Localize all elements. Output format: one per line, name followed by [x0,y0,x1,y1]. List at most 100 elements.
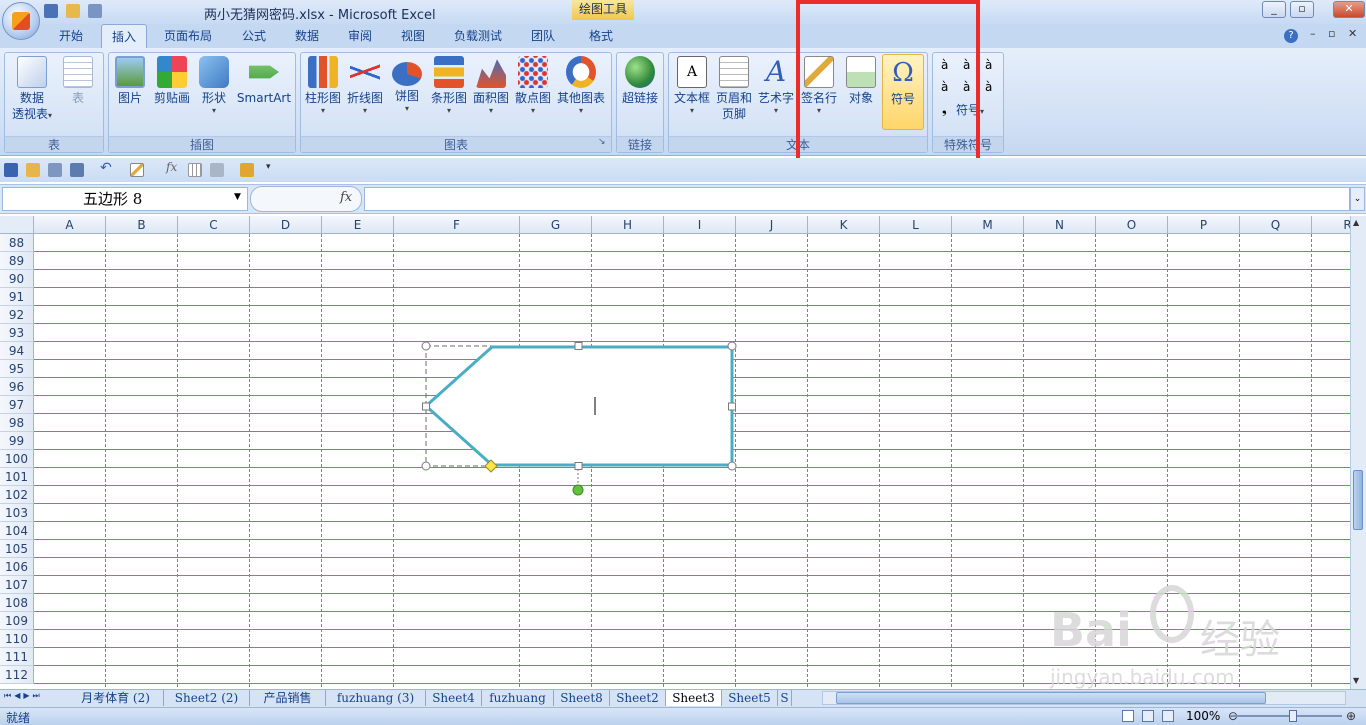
insert-function-button[interactable]: fx [340,190,352,205]
pentagon-body[interactable] [423,345,734,467]
column-header[interactable]: A [34,216,106,234]
close-button[interactable]: ✕ [1333,1,1365,18]
column-header[interactable]: H [592,216,664,234]
shapes-button[interactable]: 形状 ▾ [196,54,232,116]
resize-handle-bottom[interactable] [574,462,583,470]
ribbon-minimize-icon[interactable]: – [1310,27,1316,40]
column-header[interactable]: R [1312,216,1350,234]
row-header[interactable]: 103 [0,504,34,522]
column-header[interactable]: B [106,216,178,234]
area-chart-button[interactable]: 面积图 ▾ [471,54,511,116]
tab-insert[interactable]: 插入 [101,24,147,48]
row-header[interactable]: 111 [0,648,34,666]
row-header[interactable]: 112 [0,666,34,684]
vertical-scrollbar[interactable] [1350,216,1366,689]
open-icon[interactable] [66,4,80,18]
formula-expand-icon[interactable]: ⌄ [1350,187,1365,211]
tab-home[interactable]: 开始 [46,24,96,48]
column-header[interactable]: J [736,216,808,234]
column-header[interactable]: N [1024,216,1096,234]
print-icon[interactable] [88,4,102,18]
row-header[interactable]: 96 [0,378,34,396]
text-box-button[interactable]: A 文本框 ▾ [670,54,714,116]
line-chart-button[interactable]: 折线图 ▾ [345,54,385,116]
normal-view-icon[interactable] [1122,710,1134,722]
row-header[interactable]: 93 [0,324,34,342]
column-header[interactable]: L [880,216,952,234]
column-header[interactable]: P [1168,216,1240,234]
pie-chart-button[interactable]: 饼图 ▾ [387,54,427,114]
row-header[interactable]: 91 [0,288,34,306]
sheet-tab[interactable]: Sheet3 [666,690,722,706]
sheet-tab[interactable]: Sheet2 [610,690,666,706]
zoom-slider[interactable] [1232,715,1342,717]
row-header[interactable]: 106 [0,558,34,576]
row-header[interactable]: 94 [0,342,34,360]
resize-handle-top-left[interactable] [421,341,431,351]
resize-handle-left[interactable] [422,402,430,411]
page-break-view-icon[interactable] [1162,710,1174,722]
table-button[interactable]: 表 [60,54,96,106]
tab-team[interactable]: 团队 [519,24,567,48]
column-header[interactable]: E [322,216,394,234]
pivot-table-button[interactable]: 数据 透视表▾ [6,54,58,122]
camera-icon[interactable] [210,163,224,177]
name-box-dropdown-icon[interactable]: ▼ [234,192,241,202]
wordart-button[interactable]: A 艺术字 ▾ [756,54,796,116]
resize-handle-top[interactable] [574,342,583,350]
sheet-tab[interactable]: fuzhuang [482,690,554,706]
scroll-up-icon[interactable]: ▲ [1353,218,1359,227]
tab-review[interactable]: 审阅 [337,24,383,48]
tab-formulas[interactable]: 公式 [230,24,278,48]
rotate-handle[interactable] [572,484,584,496]
name-box[interactable]: 五边形 8 [2,187,248,211]
sheet-tab[interactable]: Sheet5 [722,690,778,706]
row-header[interactable]: 101 [0,468,34,486]
resize-handle-right[interactable] [728,402,736,411]
lock-icon[interactable] [240,163,254,177]
tab-format[interactable]: 格式 [576,24,626,48]
zoom-level[interactable]: 100% [1186,709,1220,723]
column-header[interactable]: Q [1240,216,1312,234]
print-icon[interactable] [70,163,84,177]
smartart-button[interactable]: SmartArt [236,54,292,106]
row-header[interactable]: 107 [0,576,34,594]
ribbon-close-icon[interactable]: ✕ [1348,27,1357,40]
tab-load-test[interactable]: 负载测试 [443,24,513,48]
sheet-tab[interactable]: S [778,690,792,706]
clip-art-button[interactable]: 剪贴画 [152,54,192,106]
function-icon[interactable]: fx [166,160,177,174]
sheet-tab[interactable]: 产品销售 [250,690,326,706]
row-header[interactable]: 105 [0,540,34,558]
save-icon[interactable] [44,4,58,18]
header-footer-button[interactable]: 页眉和 页脚 [714,54,754,122]
row-header[interactable]: 92 [0,306,34,324]
zoom-slider-knob[interactable] [1289,710,1297,722]
print-preview-icon[interactable] [48,163,62,177]
column-header[interactable]: K [808,216,880,234]
charts-dialog-launcher-icon[interactable]: ↘ [598,137,606,147]
column-header[interactable]: C [178,216,250,234]
formula-input[interactable] [364,187,1350,211]
row-header[interactable]: 104 [0,522,34,540]
row-header[interactable]: 108 [0,594,34,612]
page-layout-view-icon[interactable] [1142,710,1154,722]
sheet-tab[interactable]: Sheet8 [554,690,610,706]
tab-data[interactable]: 数据 [284,24,330,48]
row-header[interactable]: 95 [0,360,34,378]
pentagon-shape[interactable] [420,341,742,499]
sheet-tab[interactable]: Sheet2 (2) [164,690,250,706]
column-header[interactable]: G [520,216,592,234]
hyperlink-button[interactable]: 超链接 [617,54,663,106]
special-char-3[interactable]: à [985,58,992,72]
open-folder-icon[interactable] [26,163,40,177]
column-header[interactable]: D [250,216,322,234]
row-header[interactable]: 88 [0,234,34,252]
save-icon[interactable] [4,163,18,177]
row-header[interactable]: 110 [0,630,34,648]
row-header[interactable]: 99 [0,432,34,450]
row-header[interactable]: 100 [0,450,34,468]
row-header[interactable]: 89 [0,252,34,270]
row-header[interactable]: 109 [0,612,34,630]
scatter-chart-button[interactable]: 散点图 ▾ [513,54,553,116]
